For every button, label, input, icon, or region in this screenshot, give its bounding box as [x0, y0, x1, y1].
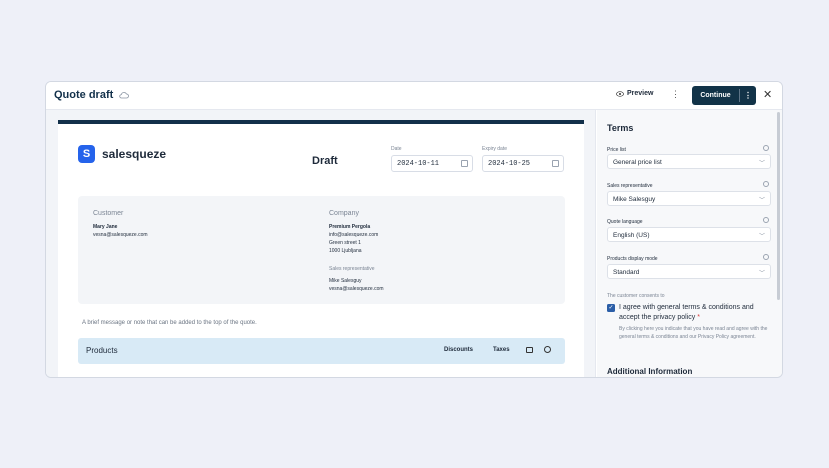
- consent-label: I agree with general terms & conditions …: [619, 304, 754, 321]
- settings-icon[interactable]: [544, 346, 551, 353]
- date-field[interactable]: 2024-10-11: [391, 155, 473, 172]
- calendar-icon[interactable]: [461, 160, 468, 167]
- display-mode-label: Products display mode: [607, 256, 658, 262]
- more-options-icon[interactable]: ⋮: [671, 89, 680, 100]
- continue-button[interactable]: Continue ⋮: [692, 86, 756, 105]
- consent-text: I agree with general terms & conditions …: [619, 303, 775, 323]
- customer-email: vesna@salesqueze.com: [93, 232, 148, 238]
- sales-rep-name: Mike Salesguy: [329, 278, 362, 284]
- continue-label: Continue: [700, 92, 731, 99]
- sales-rep-label: Sales representative: [607, 183, 653, 189]
- terms-title: Terms: [607, 123, 634, 133]
- required-marker: *: [697, 314, 700, 321]
- display-mode-value: Standard: [613, 269, 640, 276]
- quote-draft-window: Quote draft Preview ⋮ Continue ⋮ ✕ S sal…: [45, 81, 783, 378]
- quote-document: S salesqueze Draft Date 2024-10-11 Expir…: [58, 120, 584, 377]
- page-title-text: Quote draft: [54, 89, 114, 101]
- info-icon[interactable]: [763, 181, 769, 187]
- taxes-button[interactable]: Taxes: [493, 347, 510, 353]
- sales-rep-select[interactable]: Mike Salesguy ﹀: [607, 191, 771, 206]
- sales-rep-email: vesna@salesqueze.com: [329, 286, 384, 292]
- sales-rep-heading: Sales representative: [329, 266, 375, 272]
- additional-information-heading: Additional Information: [607, 367, 693, 376]
- products-header: Products Discounts Taxes: [78, 338, 565, 364]
- company-email: info@salesqueze.com: [329, 232, 379, 238]
- document-canvas: S salesqueze Draft Date 2024-10-11 Expir…: [46, 110, 596, 377]
- preview-button[interactable]: Preview: [616, 90, 653, 97]
- expiry-date-value: 2024-10-25: [488, 160, 531, 168]
- preview-label: Preview: [627, 90, 654, 97]
- brand-name: salesqueze: [102, 147, 167, 161]
- page-title: Quote draft: [54, 89, 130, 101]
- date-label: Date: [391, 146, 402, 152]
- calendar-icon[interactable]: [552, 160, 559, 167]
- draft-title: Draft: [312, 155, 338, 167]
- company-name: Premium Pergola: [329, 224, 371, 230]
- products-title: Products: [86, 346, 118, 355]
- parties-card: Customer Mary Jane vesna@salesqueze.com …: [78, 196, 565, 304]
- chevron-down-icon: ﹀: [758, 161, 765, 167]
- brand-logo: S salesqueze: [78, 145, 166, 163]
- company-details: Premium Pergola info@salesqueze.com Gree…: [329, 223, 378, 255]
- info-icon[interactable]: [763, 254, 769, 260]
- company-street: Green street 1: [329, 240, 361, 246]
- panel-scrollbar[interactable]: [777, 112, 780, 300]
- price-list-value: General price list: [613, 159, 662, 166]
- date-value: 2024-10-11: [397, 160, 440, 168]
- consent-heading: The customer consents to: [607, 293, 665, 299]
- company-city: 1000 Ljubljana: [329, 248, 362, 254]
- customer-heading: Customer: [93, 210, 124, 217]
- quote-language-select[interactable]: English (US) ﹀: [607, 227, 771, 242]
- brand-logo-icon: S: [78, 145, 95, 163]
- quote-language-value: English (US): [613, 232, 650, 239]
- info-icon[interactable]: [763, 145, 769, 151]
- customer-details: Mary Jane vesna@salesqueze.com: [93, 223, 148, 239]
- chevron-down-icon: ﹀: [758, 198, 765, 204]
- close-icon[interactable]: ✕: [763, 88, 772, 101]
- price-list-label: Price list: [607, 147, 626, 153]
- info-icon[interactable]: [763, 217, 769, 223]
- chevron-down-icon: ﹀: [758, 271, 765, 277]
- consent-checkbox[interactable]: ✓: [607, 304, 615, 312]
- consent-description: By clicking here you indicate that you h…: [619, 326, 768, 340]
- cloud-icon: [119, 92, 130, 99]
- continue-menu-icon[interactable]: ⋮: [740, 91, 756, 100]
- discounts-button[interactable]: Discounts: [444, 347, 473, 353]
- sales-rep-details: Mike Salesguy vesna@salesqueze.com: [329, 277, 384, 293]
- terms-panel: Terms Price list General price list ﹀ Sa…: [597, 110, 782, 377]
- folder-icon[interactable]: [526, 347, 533, 353]
- display-mode-select[interactable]: Standard ﹀: [607, 264, 771, 279]
- expiry-date-field[interactable]: 2024-10-25: [482, 155, 564, 172]
- top-bar: Quote draft Preview ⋮ Continue ⋮ ✕: [46, 82, 782, 110]
- sales-rep-value: Mike Salesguy: [613, 196, 656, 203]
- customer-name: Mary Jane: [93, 224, 118, 230]
- quote-language-label: Quote language: [607, 219, 643, 225]
- chevron-down-icon: ﹀: [758, 234, 765, 240]
- company-heading: Company: [329, 210, 359, 217]
- quote-note[interactable]: A brief message or note that can be adde…: [82, 320, 257, 326]
- expiry-date-label: Expiry date: [482, 146, 508, 152]
- eye-icon: [616, 90, 624, 97]
- price-list-select[interactable]: General price list ﹀: [607, 154, 771, 169]
